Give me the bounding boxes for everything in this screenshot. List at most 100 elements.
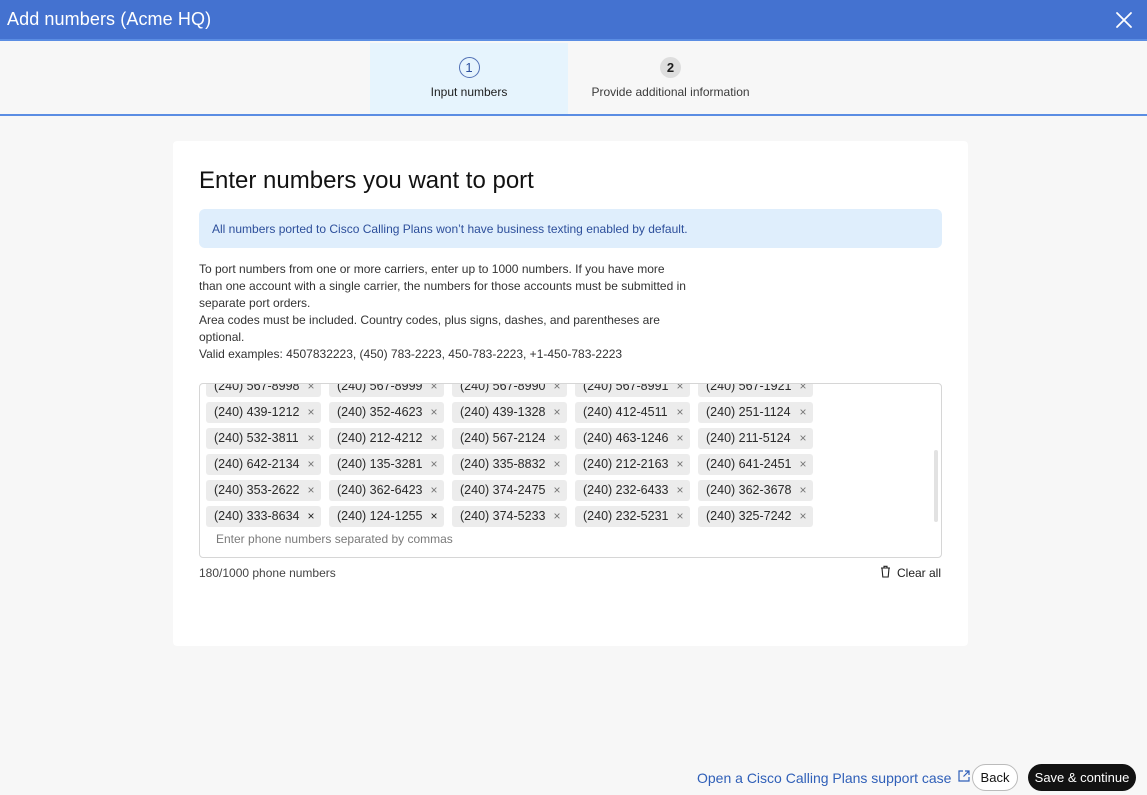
number-tag-text: (240) 353-2622 (214, 483, 300, 497)
number-tag: (240) 374-5233 × (452, 505, 567, 527)
number-tag-text: (240) 232-6433 (583, 483, 669, 497)
number-tag: (240) 439-1328 × (452, 401, 567, 423)
number-tag: (240) 362-3678 × (698, 479, 813, 501)
info-banner: All numbers ported to Cisco Calling Plan… (199, 209, 942, 248)
remove-number-icon[interactable]: × (797, 483, 809, 497)
number-tag-text: (240) 439-1212 (214, 405, 300, 419)
remove-number-icon[interactable]: × (674, 384, 686, 393)
phone-number-input-box[interactable]: (240) 567-8998 × (240) 567-8999 × (240) 567-… (199, 383, 942, 558)
trash-icon (880, 565, 891, 581)
remove-number-icon[interactable]: × (428, 405, 440, 419)
remove-number-icon[interactable]: × (674, 431, 686, 445)
remove-number-icon[interactable]: × (305, 509, 317, 523)
instruction-paragraph: Area codes must be included. Country cod… (199, 313, 660, 344)
phone-number-input[interactable] (216, 532, 716, 546)
remove-number-icon[interactable]: × (674, 509, 686, 523)
support-case-link[interactable]: Open a Cisco Calling Plans support case (697, 769, 971, 786)
number-tag: (240) 374-2475 × (452, 479, 567, 501)
remove-number-icon[interactable]: × (428, 509, 440, 523)
number-tag-text: (240) 532-3811 (214, 431, 299, 445)
instruction-paragraph: Valid examples: 4507832223, (450) 783-22… (199, 347, 623, 361)
number-tag-text: (240) 439-1328 (460, 405, 546, 419)
number-tag: (240) 353-2622 × (206, 479, 321, 501)
number-tag: (240) 641-2451 × (698, 453, 813, 475)
remove-number-icon[interactable]: × (428, 384, 440, 393)
number-tag-text: (240) 333-8634 (214, 509, 300, 523)
number-tag-text: (240) 567-8999 (337, 383, 423, 393)
number-tag-text: (240) 374-5233 (460, 509, 546, 523)
support-case-label: Open a Cisco Calling Plans support case (697, 769, 952, 786)
number-tag-text: (240) 412-4511 (583, 405, 668, 419)
content-card: Enter numbers you want to port All numbe… (173, 141, 968, 646)
remove-number-icon[interactable]: × (797, 509, 809, 523)
remove-number-icon[interactable]: × (305, 384, 317, 393)
remove-number-icon[interactable]: × (674, 483, 686, 497)
number-tag: (240) 135-3281 × (329, 453, 444, 475)
number-tag: (240) 251-1124 × (698, 401, 813, 423)
remove-number-icon[interactable]: × (305, 483, 317, 497)
remove-number-icon[interactable]: × (674, 405, 686, 419)
step-input-numbers: 1 Input numbers (370, 43, 568, 114)
number-tag-row: (240) 532-3811 × (240) 212-4212 × (240) 567-… (206, 425, 926, 451)
remove-number-icon[interactable]: × (551, 509, 563, 523)
window-header: Add numbers (Acme HQ) (0, 0, 1147, 41)
remove-number-icon[interactable]: × (797, 384, 809, 393)
remove-number-icon[interactable]: × (428, 431, 440, 445)
number-tag-text: (240) 567-1921 (706, 383, 792, 393)
remove-number-icon[interactable]: × (551, 431, 563, 445)
number-tag: (240) 352-4623 × (329, 401, 444, 423)
number-tag-text: (240) 335-8832 (460, 457, 546, 471)
number-tag: (240) 232-6433 × (575, 479, 690, 501)
number-tag-text: (240) 212-2163 (583, 457, 669, 471)
stepper: 1 Input numbers 2 Provide additional inf… (0, 43, 1147, 116)
step-label: Provide additional information (591, 85, 750, 99)
remove-number-icon[interactable]: × (428, 483, 440, 497)
number-tag-row: (240) 439-1212 × (240) 352-4623 × (240) 439-… (206, 399, 926, 425)
remove-number-icon[interactable]: × (305, 457, 317, 471)
number-tag-text: (240) 567-2124 (460, 431, 546, 445)
number-tag-row: (240) 567-8998 × (240) 567-8999 × (240) 567-… (206, 383, 926, 399)
number-tag: (240) 567-8990 × (452, 383, 567, 397)
number-tag-text: (240) 374-2475 (460, 483, 546, 497)
number-tag: (240) 463-1246 × (575, 427, 690, 449)
remove-number-icon[interactable]: × (551, 457, 563, 471)
number-tag: (240) 333-8634 × (206, 505, 321, 527)
remove-number-icon[interactable]: × (551, 384, 563, 393)
number-tag-text: (240) 463-1246 (583, 431, 669, 445)
remove-number-icon[interactable]: × (551, 483, 563, 497)
remove-number-icon[interactable]: × (797, 405, 809, 419)
clear-all-label: Clear all (896, 566, 941, 580)
remove-number-icon[interactable]: × (551, 405, 563, 419)
step-number-badge: 2 (660, 57, 681, 78)
number-tag-text: (240) 567-8998 (214, 383, 300, 393)
number-tag: (240) 335-8832 × (452, 453, 567, 475)
number-tag: (240) 232-5231 × (575, 505, 690, 527)
save-continue-button[interactable]: Save & continue (1028, 764, 1136, 791)
close-icon[interactable] (1113, 9, 1135, 31)
number-tag: (240) 567-2124 × (452, 427, 567, 449)
remove-number-icon[interactable]: × (797, 457, 809, 471)
number-tag-text: (240) 641-2451 (706, 457, 792, 471)
remove-number-icon[interactable]: × (305, 405, 317, 419)
number-tag: (240) 212-4212 × (329, 427, 444, 449)
number-tag: (240) 567-8998 × (206, 383, 321, 397)
scrollbar[interactable] (934, 450, 938, 522)
number-tag-text: (240) 567-8991 (583, 383, 669, 393)
remove-number-icon[interactable]: × (305, 431, 317, 445)
back-button[interactable]: Back (972, 764, 1018, 791)
number-tag-text: (240) 124-1255 (337, 509, 423, 523)
remove-number-icon[interactable]: × (428, 457, 440, 471)
page-title: Enter numbers you want to port (199, 167, 534, 194)
number-tag-text: (240) 642-2134 (214, 457, 300, 471)
number-tag-text: (240) 362-6423 (337, 483, 423, 497)
number-tag: (240) 567-1921 × (698, 383, 813, 397)
number-tag-text: (240) 567-8990 (460, 383, 546, 393)
number-tag-list: (240) 567-8998 × (240) 567-8999 × (240) 567-… (206, 383, 926, 529)
clear-all-button[interactable]: Clear all (880, 565, 941, 581)
number-tag-row: (240) 642-2134 × (240) 135-3281 × (240) 335-… (206, 451, 926, 477)
step-number-badge: 1 (458, 57, 480, 78)
remove-number-icon[interactable]: × (674, 457, 686, 471)
remove-number-icon[interactable]: × (797, 431, 809, 445)
number-counter: 180/1000 phone numbers (199, 566, 336, 580)
number-tag: (240) 567-8991 × (575, 383, 690, 397)
